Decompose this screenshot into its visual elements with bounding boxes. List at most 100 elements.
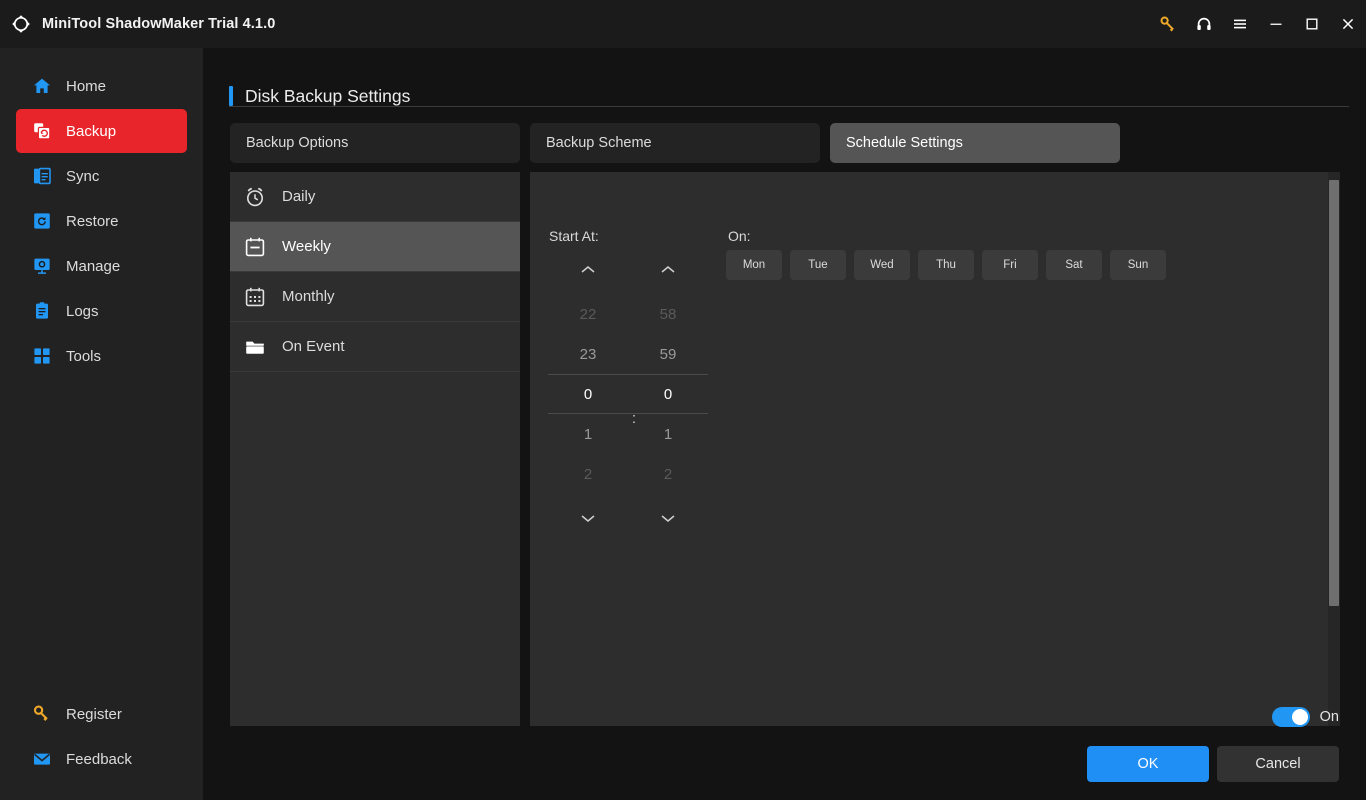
dialog-footer-buttons: OK Cancel: [1087, 746, 1339, 782]
manage-icon: [32, 256, 52, 276]
app-title: MiniTool ShadowMaker Trial 4.1.0: [42, 16, 276, 32]
sidebar-item-restore[interactable]: Restore: [16, 199, 187, 243]
title-bar-left: MiniTool ShadowMaker Trial 4.1.0: [0, 13, 275, 35]
minute-value-far-next[interactable]: 2: [628, 454, 708, 494]
maximize-icon[interactable]: [1294, 0, 1330, 48]
minute-spinner[interactable]: 58 59 0 1 2: [628, 254, 708, 534]
schedule-enable-toggle-row: On: [1271, 707, 1339, 727]
schedule-type-monthly[interactable]: Monthly: [230, 272, 520, 322]
title-bar: MiniTool ShadowMaker Trial 4.1.0: [0, 0, 1366, 48]
calendar-icon: [244, 236, 266, 258]
sidebar-item-sync[interactable]: Sync: [16, 154, 187, 198]
tab-label: Schedule Settings: [846, 135, 963, 151]
schedule-type-on-event[interactable]: On Event: [230, 322, 520, 372]
main-content: Disk Backup Settings Backup Options Back…: [203, 48, 1366, 800]
scrollbar-thumb[interactable]: [1329, 180, 1339, 606]
sidebar: Home Backup Sync Restore Manage Logs Too…: [0, 48, 203, 800]
sidebar-item-backup[interactable]: Backup: [16, 109, 187, 153]
schedule-type-label: Weekly: [282, 238, 331, 255]
sidebar-nav: Home Backup Sync Restore Manage Logs Too…: [0, 48, 203, 378]
detail-panel-scrollbar[interactable]: [1328, 172, 1340, 726]
schedule-type-daily[interactable]: Daily: [230, 172, 520, 222]
schedule-detail-panel: Start At: On: 22 23 0 1 2 58 59 0 1 2: …: [530, 172, 1340, 726]
hamburger-menu-icon[interactable]: [1222, 0, 1258, 48]
header-divider: [229, 106, 1349, 107]
hour-value-near-next[interactable]: 1: [548, 414, 628, 454]
sidebar-item-feedback[interactable]: Feedback: [16, 737, 187, 781]
day-label: Wed: [870, 259, 894, 271]
schedule-type-weekly[interactable]: Weekly: [230, 222, 520, 272]
tab-schedule-settings[interactable]: Schedule Settings: [830, 123, 1120, 163]
day-button-sun[interactable]: Sun: [1110, 250, 1166, 280]
tab-backup-scheme[interactable]: Backup Scheme: [530, 123, 820, 163]
hour-value-near-prev[interactable]: 23: [548, 334, 628, 374]
day-button-mon[interactable]: Mon: [726, 250, 782, 280]
home-icon: [32, 76, 52, 96]
accent-bar: [229, 86, 233, 106]
alarm-clock-icon: [244, 186, 266, 208]
close-icon[interactable]: [1330, 0, 1366, 48]
shadowmaker-logo-icon: [10, 13, 32, 35]
tab-label: Backup Scheme: [546, 135, 652, 151]
sidebar-item-register[interactable]: Register: [16, 692, 187, 736]
settings-tabs: Backup Options Backup Scheme Schedule Se…: [230, 123, 1120, 163]
day-button-wed[interactable]: Wed: [854, 250, 910, 280]
hour-value-far-next[interactable]: 2: [548, 454, 628, 494]
hour-up-chevron-icon[interactable]: [548, 254, 628, 286]
day-button-sat[interactable]: Sat: [1046, 250, 1102, 280]
tab-backup-options[interactable]: Backup Options: [230, 123, 520, 163]
cancel-button[interactable]: Cancel: [1217, 746, 1339, 782]
sidebar-item-logs[interactable]: Logs: [16, 289, 187, 333]
day-label: Sat: [1065, 259, 1083, 271]
start-at-label: Start At:: [549, 228, 599, 244]
logs-icon: [32, 301, 52, 321]
day-button-tue[interactable]: Tue: [790, 250, 846, 280]
sidebar-item-label: Backup: [66, 122, 117, 140]
schedule-type-label: Monthly: [282, 288, 335, 305]
schedule-enable-toggle[interactable]: [1271, 707, 1310, 727]
sidebar-item-home[interactable]: Home: [16, 64, 187, 108]
minute-value-near-prev[interactable]: 59: [628, 334, 708, 374]
toggle-knob: [1291, 709, 1308, 725]
sidebar-item-label: Feedback: [66, 750, 132, 768]
restore-icon: [32, 211, 52, 231]
schedule-type-label: Daily: [282, 188, 316, 205]
tab-label: Backup Options: [246, 135, 349, 151]
schedule-type-list: Daily Weekly Monthly On Event: [230, 172, 520, 726]
sidebar-item-label: Home: [66, 77, 107, 95]
hour-spinner[interactable]: 22 23 0 1 2: [548, 254, 628, 534]
day-button-thu[interactable]: Thu: [918, 250, 974, 280]
minute-down-chevron-icon[interactable]: [628, 502, 708, 534]
sidebar-item-label: Sync: [66, 167, 100, 185]
ok-button[interactable]: OK: [1087, 746, 1209, 782]
schedule-type-label: On Event: [282, 338, 345, 355]
calendar-month-icon: [244, 286, 266, 308]
hour-value-far-prev[interactable]: 22: [548, 294, 628, 334]
minute-value-selected[interactable]: 0: [628, 374, 708, 414]
sidebar-item-label: Logs: [66, 302, 99, 320]
sidebar-item-tools[interactable]: Tools: [16, 334, 187, 378]
title-bar-controls: [1150, 0, 1366, 48]
sidebar-item-label: Restore: [66, 212, 119, 230]
settings-panels: Daily Weekly Monthly On Event Start At: …: [230, 172, 1340, 726]
envelope-icon: [32, 749, 52, 769]
key-icon: [32, 704, 52, 724]
toggle-state-label: On: [1319, 709, 1339, 725]
sidebar-item-manage[interactable]: Manage: [16, 244, 187, 288]
day-button-fri[interactable]: Fri: [982, 250, 1038, 280]
time-separator: :: [631, 410, 637, 427]
day-label: Tue: [808, 259, 828, 271]
minute-value-far-prev[interactable]: 58: [628, 294, 708, 334]
headset-icon[interactable]: [1186, 0, 1222, 48]
minute-up-chevron-icon[interactable]: [628, 254, 708, 286]
minute-value-near-next[interactable]: 1: [628, 414, 708, 454]
hour-value-selected[interactable]: 0: [548, 374, 628, 414]
minimize-icon[interactable]: [1258, 0, 1294, 48]
folder-icon: [244, 336, 266, 358]
day-label: Sun: [1127, 259, 1149, 271]
on-label: On:: [728, 228, 751, 244]
day-label: Fri: [1003, 259, 1017, 271]
hour-down-chevron-icon[interactable]: [548, 502, 628, 534]
tools-icon: [32, 346, 52, 366]
key-icon[interactable]: [1150, 0, 1186, 48]
